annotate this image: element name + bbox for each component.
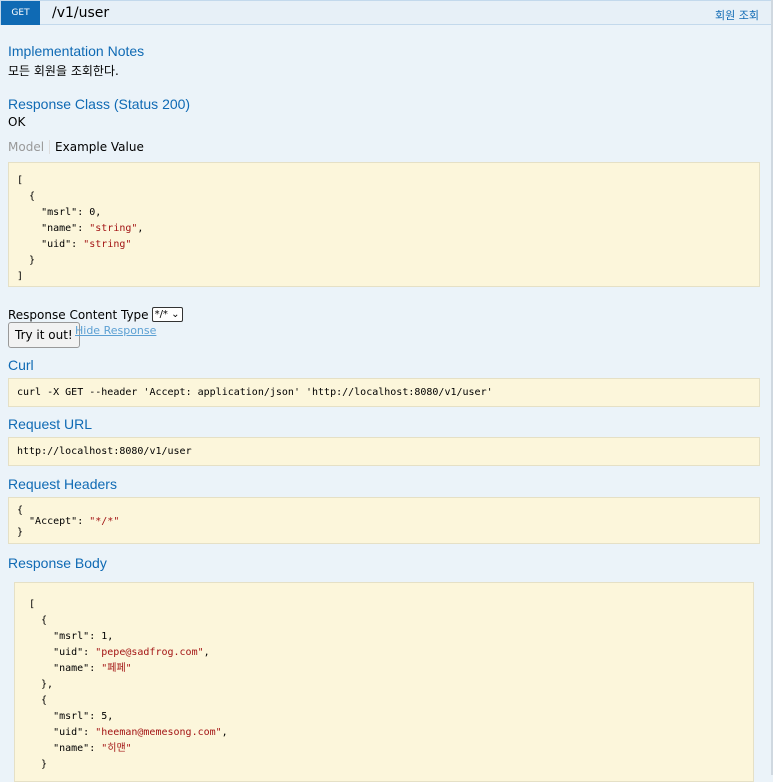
example-value-line: { (17, 191, 36, 202)
response-body-line: "name": "히맨" (29, 743, 132, 754)
chevron-down-icon: ⌄ (171, 309, 180, 320)
curl-title: Curl (8, 357, 34, 373)
request-headers-line: { (17, 505, 24, 516)
operation-summary[interactable]: 회원 조회 (715, 7, 759, 23)
response-class-title: Response Class (Status 200) (8, 96, 191, 112)
example-value-line: } (17, 255, 36, 266)
example-value-line: "name": "string", (17, 223, 144, 234)
response-content-type-row: Response Content Type */* ⌄ (8, 307, 183, 322)
response-body-title: Response Body (8, 555, 107, 571)
request-headers-box[interactable]: { "Accept": "*/*"} (8, 497, 760, 544)
example-value-line: ] (17, 271, 24, 282)
method-badge[interactable]: GET (1, 1, 40, 25)
content-type-selected: */* (154, 309, 168, 320)
example-value-line: "uid": "string" (17, 239, 132, 250)
response-status: OK (8, 115, 26, 129)
example-value-line: [ (17, 175, 24, 186)
request-headers-code: { "Accept": "*/*"} (17, 505, 759, 538)
curl-box[interactable]: curl -X GET --header 'Accept: applicatio… (8, 378, 760, 407)
request-url-box[interactable]: http://localhost:8080/v1/user (8, 437, 760, 466)
try-it-out-button[interactable]: Try it out! (8, 322, 80, 348)
hide-response-link[interactable]: Hide Response (75, 324, 156, 337)
response-body-line: } (29, 759, 48, 770)
response-body-line: "uid": "pepe@sadfrog.com", (29, 647, 210, 658)
content-type-select[interactable]: */* ⌄ (151, 307, 183, 322)
curl-command: curl -X GET --header 'Accept: applicatio… (17, 387, 493, 398)
response-body-box[interactable]: [ { "msrl": 1, "uid": "pepe@sadfrog.com"… (14, 582, 754, 782)
example-value-box[interactable]: [ { "msrl": 0, "name": "string", "uid": … (8, 162, 760, 287)
response-body-line: }, (29, 679, 54, 690)
request-url-value: http://localhost:8080/v1/user (17, 446, 192, 457)
tab-example-value[interactable]: Example Value (50, 140, 144, 154)
implementation-notes-text: 모든 회원을 조회한다. (8, 64, 119, 78)
example-value-line: "msrl": 0, (17, 207, 102, 218)
response-body-line: "uid": "heeman@memesong.com", (29, 727, 228, 738)
implementation-notes-title: Implementation Notes (8, 43, 145, 59)
tab-model[interactable]: Model (8, 140, 51, 154)
response-body-line: "name": "페페" (29, 663, 132, 674)
example-value-code: [ { "msrl": 0, "name": "string", "uid": … (17, 173, 759, 285)
response-content-type-label: Response Content Type (8, 307, 149, 322)
response-body-line: "msrl": 5, (29, 711, 114, 722)
response-body-line: { (29, 615, 48, 626)
response-body-code: [ { "msrl": 1, "uid": "pepe@sadfrog.com"… (29, 597, 753, 773)
endpoint-path[interactable]: /v1/user (52, 5, 109, 21)
request-headers-title: Request Headers (8, 476, 117, 492)
operation-heading[interactable]: GET /v1/user 회원 조회 (0, 0, 771, 25)
model-tabs: Model Example Value (8, 140, 144, 154)
request-url-title: Request URL (8, 416, 93, 432)
request-headers-line: "Accept": "*/*" (17, 516, 120, 527)
response-body-line: [ (29, 599, 36, 610)
request-headers-line: } (17, 527, 24, 538)
response-body-line: { (29, 695, 48, 706)
response-body-line: "msrl": 1, (29, 631, 114, 642)
